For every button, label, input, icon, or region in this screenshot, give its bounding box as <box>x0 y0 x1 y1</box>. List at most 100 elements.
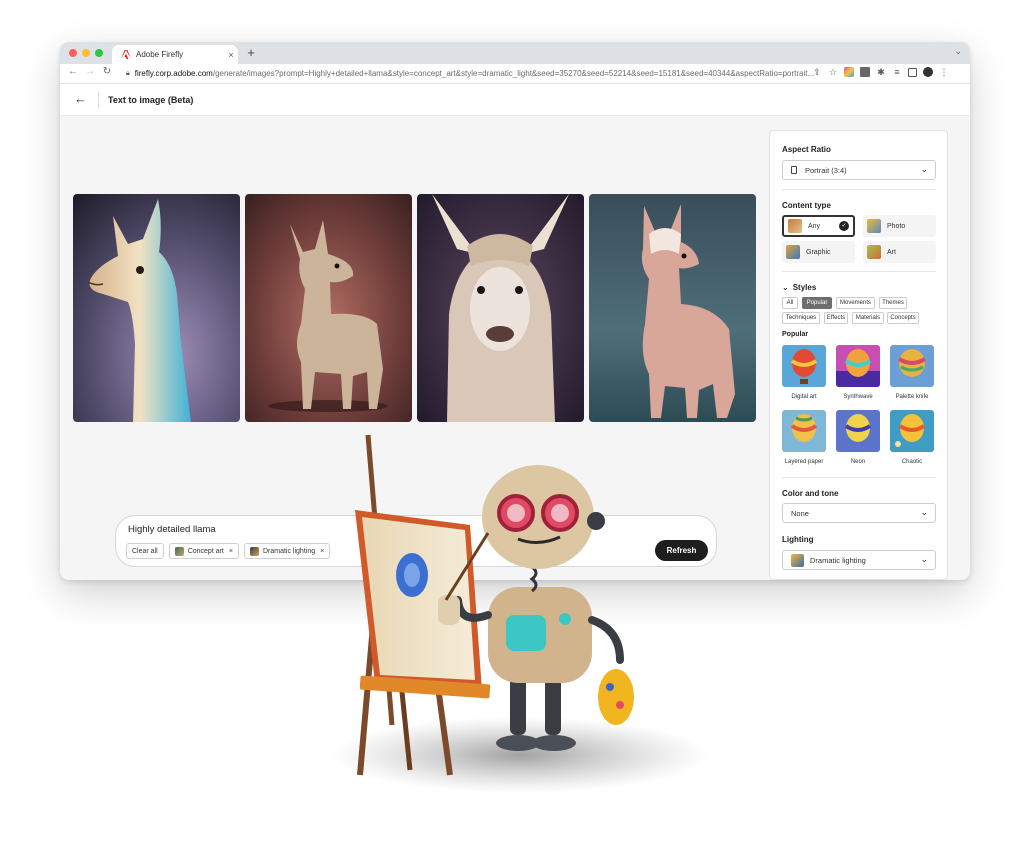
balloon-thumb <box>782 345 826 387</box>
divider <box>782 477 936 478</box>
llama-image-2 <box>245 194 412 422</box>
content-type-label-graphic: Graphic <box>806 248 831 256</box>
color-tone-label: Color and tone <box>782 489 839 498</box>
new-tab-button[interactable]: + <box>244 45 258 61</box>
aspect-ratio-label: Aspect Ratio <box>782 145 831 154</box>
generated-image-4[interactable] <box>589 194 756 422</box>
any-thumb <box>788 219 802 233</box>
style-label: Synthwave <box>843 394 873 400</box>
style-label: Chaotic <box>901 459 923 465</box>
style-synthwave[interactable]: Synthwave <box>836 345 880 400</box>
clear-all-label: Clear all <box>132 547 158 555</box>
browser-toolbar: ← → ↻ 🔒︎ firefly.corp.adobe.com /generat… <box>60 64 970 84</box>
more-menu-icon[interactable]: ⋮ <box>939 67 949 77</box>
content-type-photo[interactable]: Photo <box>863 215 936 237</box>
style-tab-effects[interactable]: Effects <box>824 312 848 324</box>
bookmark-star-icon[interactable]: ☆ <box>828 67 838 77</box>
generated-image-3[interactable] <box>417 194 584 422</box>
profile-avatar-icon[interactable] <box>923 67 933 77</box>
settings-panel: Aspect Ratio Portrait (3:4) ⌄ Content ty… <box>769 130 948 580</box>
app-header: ← Text to image (Beta) <box>60 84 970 116</box>
url-host: firefly.corp.adobe.com <box>134 69 213 78</box>
style-tab-materials[interactable]: Materials <box>852 312 884 324</box>
style-tab-popular[interactable]: Popular <box>802 297 832 309</box>
chevron-down-icon: ⌄ <box>782 283 789 292</box>
back-nav-icon[interactable]: ← <box>67 66 79 80</box>
style-label: Digital art <box>791 394 817 400</box>
styles-header[interactable]: ⌄ Styles <box>782 283 816 292</box>
content-type-label-art: Art <box>887 248 896 256</box>
balloon-thumb <box>836 410 880 452</box>
content-type-any[interactable]: Any ✓ <box>782 215 855 237</box>
lighting-select[interactable]: Dramatic lighting ⌄ <box>782 550 936 570</box>
page-title: Text to image (Beta) <box>108 95 194 105</box>
content-type-label-any: Any <box>808 222 821 230</box>
lighting-label: Lighting <box>782 535 814 544</box>
graphic-thumb <box>786 245 800 259</box>
reading-list-icon[interactable]: ≡ <box>892 67 902 77</box>
balloon-thumb <box>890 410 934 452</box>
content-type-label: Content type <box>782 201 831 210</box>
style-tab-all[interactable]: All <box>782 297 798 309</box>
prompt-chips: Clear all Concept art × Dramatic lightin… <box>126 543 331 559</box>
lighting-value: Dramatic lighting <box>810 555 866 565</box>
chevron-down-icon: ⌄ <box>920 554 928 564</box>
popular-label: Popular <box>782 331 809 338</box>
url-path: /generate/images?prompt=Highly+detailed+… <box>212 69 815 78</box>
close-window-button[interactable] <box>69 49 77 57</box>
clear-all-button[interactable]: Clear all <box>126 543 164 559</box>
tab-search-chevron-icon[interactable]: ⌄ <box>954 46 962 57</box>
generated-image-2[interactable] <box>245 194 412 422</box>
photo-thumb <box>867 219 881 233</box>
style-tab-themes[interactable]: Themes <box>879 297 907 309</box>
styles-label: Styles <box>792 283 817 292</box>
style-label: Layered paper <box>784 459 824 465</box>
tab-close-icon[interactable]: × <box>224 50 238 60</box>
balloon-thumb <box>782 410 826 452</box>
aspect-ratio-select[interactable]: Portrait (3:4) ⌄ <box>782 160 936 180</box>
checkmark-icon: ✓ <box>839 221 849 231</box>
generated-image-1[interactable] <box>73 194 240 422</box>
tab-title: Adobe Firefly <box>136 50 184 59</box>
art-thumb <box>867 245 881 259</box>
balloon-thumb <box>836 345 880 387</box>
reload-icon[interactable]: ↻ <box>101 66 113 80</box>
prompt-input[interactable]: Highly detailed llama <box>128 524 216 535</box>
address-bar[interactable]: 🔒︎ firefly.corp.adobe.com /generate/imag… <box>120 66 842 81</box>
remove-chip-icon[interactable]: × <box>229 548 233 555</box>
style-layered-paper[interactable]: Layered paper <box>782 410 826 465</box>
extensions-puzzle-icon[interactable]: ✱ <box>876 67 886 77</box>
divider <box>782 189 936 190</box>
share-icon[interactable]: ⇪ <box>812 67 822 77</box>
browser-tab[interactable]: Adobe Firefly × <box>112 45 238 64</box>
chevron-down-icon: ⌄ <box>920 507 928 517</box>
color-tone-value: None <box>791 508 809 518</box>
style-tab-concepts[interactable]: Concepts <box>887 312 919 324</box>
side-panel-icon[interactable] <box>908 67 917 77</box>
style-palette-knife[interactable]: Palette knife <box>890 345 934 400</box>
forward-nav-icon[interactable]: → <box>84 66 96 80</box>
style-tab-techniques[interactable]: Techniques <box>782 312 820 324</box>
zoom-window-button[interactable] <box>95 49 103 57</box>
style-tab-movements[interactable]: Movements <box>836 297 875 309</box>
extension-colorful-icon[interactable] <box>844 67 854 77</box>
aspect-ratio-value: Portrait (3:4) <box>805 165 847 175</box>
llama-image-1 <box>73 194 240 422</box>
minimize-window-button[interactable] <box>82 49 90 57</box>
content-type-art[interactable]: Art <box>863 241 936 263</box>
balloon-thumb <box>890 345 934 387</box>
style-chaotic[interactable]: Chaotic <box>890 410 934 465</box>
extension-grid-icon[interactable] <box>860 67 870 77</box>
color-tone-select[interactable]: None ⌄ <box>782 503 936 523</box>
robot-painter-illustration <box>330 434 710 793</box>
chip-concept-art[interactable]: Concept art × <box>168 543 239 559</box>
content-type-graphic[interactable]: Graphic <box>782 241 855 263</box>
chip-dramatic-lighting[interactable]: Dramatic lighting × <box>243 543 331 559</box>
back-arrow-icon[interactable]: ← <box>74 91 90 107</box>
style-label: Neon <box>850 459 866 465</box>
chevron-down-icon: ⌄ <box>920 164 928 174</box>
divider <box>782 271 936 272</box>
style-digital-art[interactable]: Digital art <box>782 345 826 400</box>
style-neon[interactable]: Neon <box>836 410 880 465</box>
window-controls <box>69 49 103 57</box>
